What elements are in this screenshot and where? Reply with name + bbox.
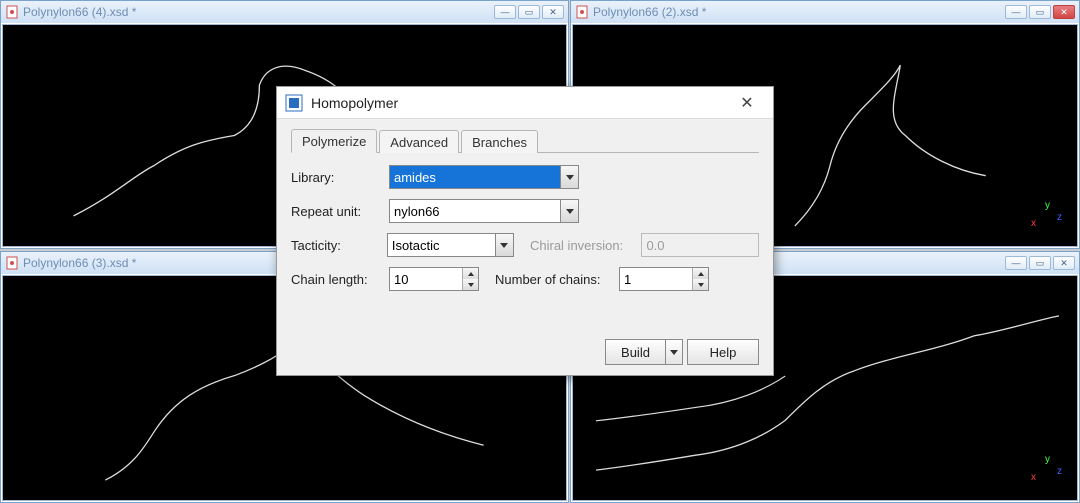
chevron-up-icon [468,272,474,276]
homopolymer-dialog: Homopolymer ✕ Polymerize Advanced Branch… [276,86,774,376]
label-tacticity: Tacticity: [291,238,387,253]
tab-polymerize[interactable]: Polymerize [291,129,377,153]
chevron-down-icon [670,350,678,355]
number-of-chains-spinner[interactable]: 1 [619,267,709,291]
chiral-inversion-field: 0.0 [641,233,759,257]
build-dropdown-button[interactable] [665,339,683,365]
maximize-button[interactable]: ▭ [1029,5,1051,19]
tab-strip: Polymerize Advanced Branches [291,127,759,153]
repeat-unit-combobox[interactable]: nylon66 [389,199,579,223]
chevron-down-icon [468,283,474,287]
document-icon [5,256,19,270]
dialog-button-row: Build Help [291,329,759,365]
dialog-title: Homopolymer [311,95,729,111]
repeat-unit-value: nylon66 [390,200,560,222]
axis-x-label: x [1031,472,1036,483]
app-icon [285,94,303,112]
axis-z-label: z [1057,466,1062,477]
axis-z-label: z [1057,212,1062,223]
axis-gizmo: x y z [265,454,305,494]
dialog-close-button[interactable]: ✕ [729,91,765,115]
dialog-titlebar[interactable]: Homopolymer ✕ [277,87,773,119]
chevron-up-icon [698,272,704,276]
maximize-button[interactable]: ▭ [518,5,540,19]
document-icon [5,5,19,19]
dropdown-button[interactable] [495,234,513,256]
chevron-down-icon [566,175,574,180]
spinner-down-button[interactable] [463,279,478,290]
help-button[interactable]: Help [687,339,759,365]
spinner-up-button[interactable] [463,268,478,279]
axis-y-label: y [274,454,280,468]
window-controls: — ▭ ✕ [494,5,564,19]
maximize-button[interactable]: ▭ [1029,256,1051,270]
window-controls: — ▭ ✕ [1005,5,1075,19]
viewer-titlebar[interactable]: Polynylon66 (4).xsd * — ▭ ✕ [1,1,568,23]
axis-z-label: z [283,454,289,468]
viewer-titlebar[interactable]: Polynylon66 (2).xsd * — ▭ ✕ [571,1,1079,23]
close-icon: ✕ [740,93,753,113]
dropdown-button[interactable] [560,200,578,222]
tacticity-combobox[interactable]: Isotactic [387,233,514,257]
label-chain-length: Chain length: [291,272,389,287]
library-value: amides [390,166,560,188]
axis-y-label: y [1045,454,1050,465]
tab-advanced[interactable]: Advanced [379,130,459,153]
tab-branches[interactable]: Branches [461,130,538,153]
minimize-button[interactable]: — [1005,256,1027,270]
window-controls: — ▭ ✕ [1005,256,1075,270]
viewer-title: Polynylon66 (4).xsd * [23,5,490,19]
label-library: Library: [291,170,389,185]
close-button[interactable]: ✕ [542,5,564,19]
label-chiral-inversion: Chiral inversion: [514,238,641,253]
close-button[interactable]: ✕ [1053,5,1075,19]
spinner-up-button[interactable] [693,268,708,279]
spinner-down-button[interactable] [693,279,708,290]
tacticity-value: Isotactic [388,234,495,256]
document-icon [575,5,589,19]
chain-length-spinner[interactable]: 10 [389,267,479,291]
form-area: Library: amides Repeat unit: nylon66 Tac… [291,153,759,301]
minimize-button[interactable]: — [1005,5,1027,19]
build-split-button: Build [605,339,683,365]
axis-x-label: x [265,454,271,468]
build-button[interactable]: Build [605,339,665,365]
chevron-down-icon [566,209,574,214]
axis-y-label: y [1045,200,1050,211]
number-of-chains-value: 1 [620,272,692,287]
label-number-of-chains: Number of chains: [479,272,619,287]
viewer-title: Polynylon66 (2).xsd * [593,5,1001,19]
library-combobox[interactable]: amides [389,165,579,189]
close-button[interactable]: ✕ [1053,256,1075,270]
axis-x-label: x [1031,218,1036,229]
axis-gizmo: x y z [1031,454,1071,494]
chevron-down-icon [500,243,508,248]
chevron-down-icon [698,283,704,287]
chain-length-value: 10 [390,272,462,287]
dialog-body: Polymerize Advanced Branches Library: am… [277,119,773,375]
dropdown-button[interactable] [560,166,578,188]
minimize-button[interactable]: — [494,5,516,19]
axis-gizmo: x y z [1031,200,1071,240]
label-repeat-unit: Repeat unit: [291,204,389,219]
